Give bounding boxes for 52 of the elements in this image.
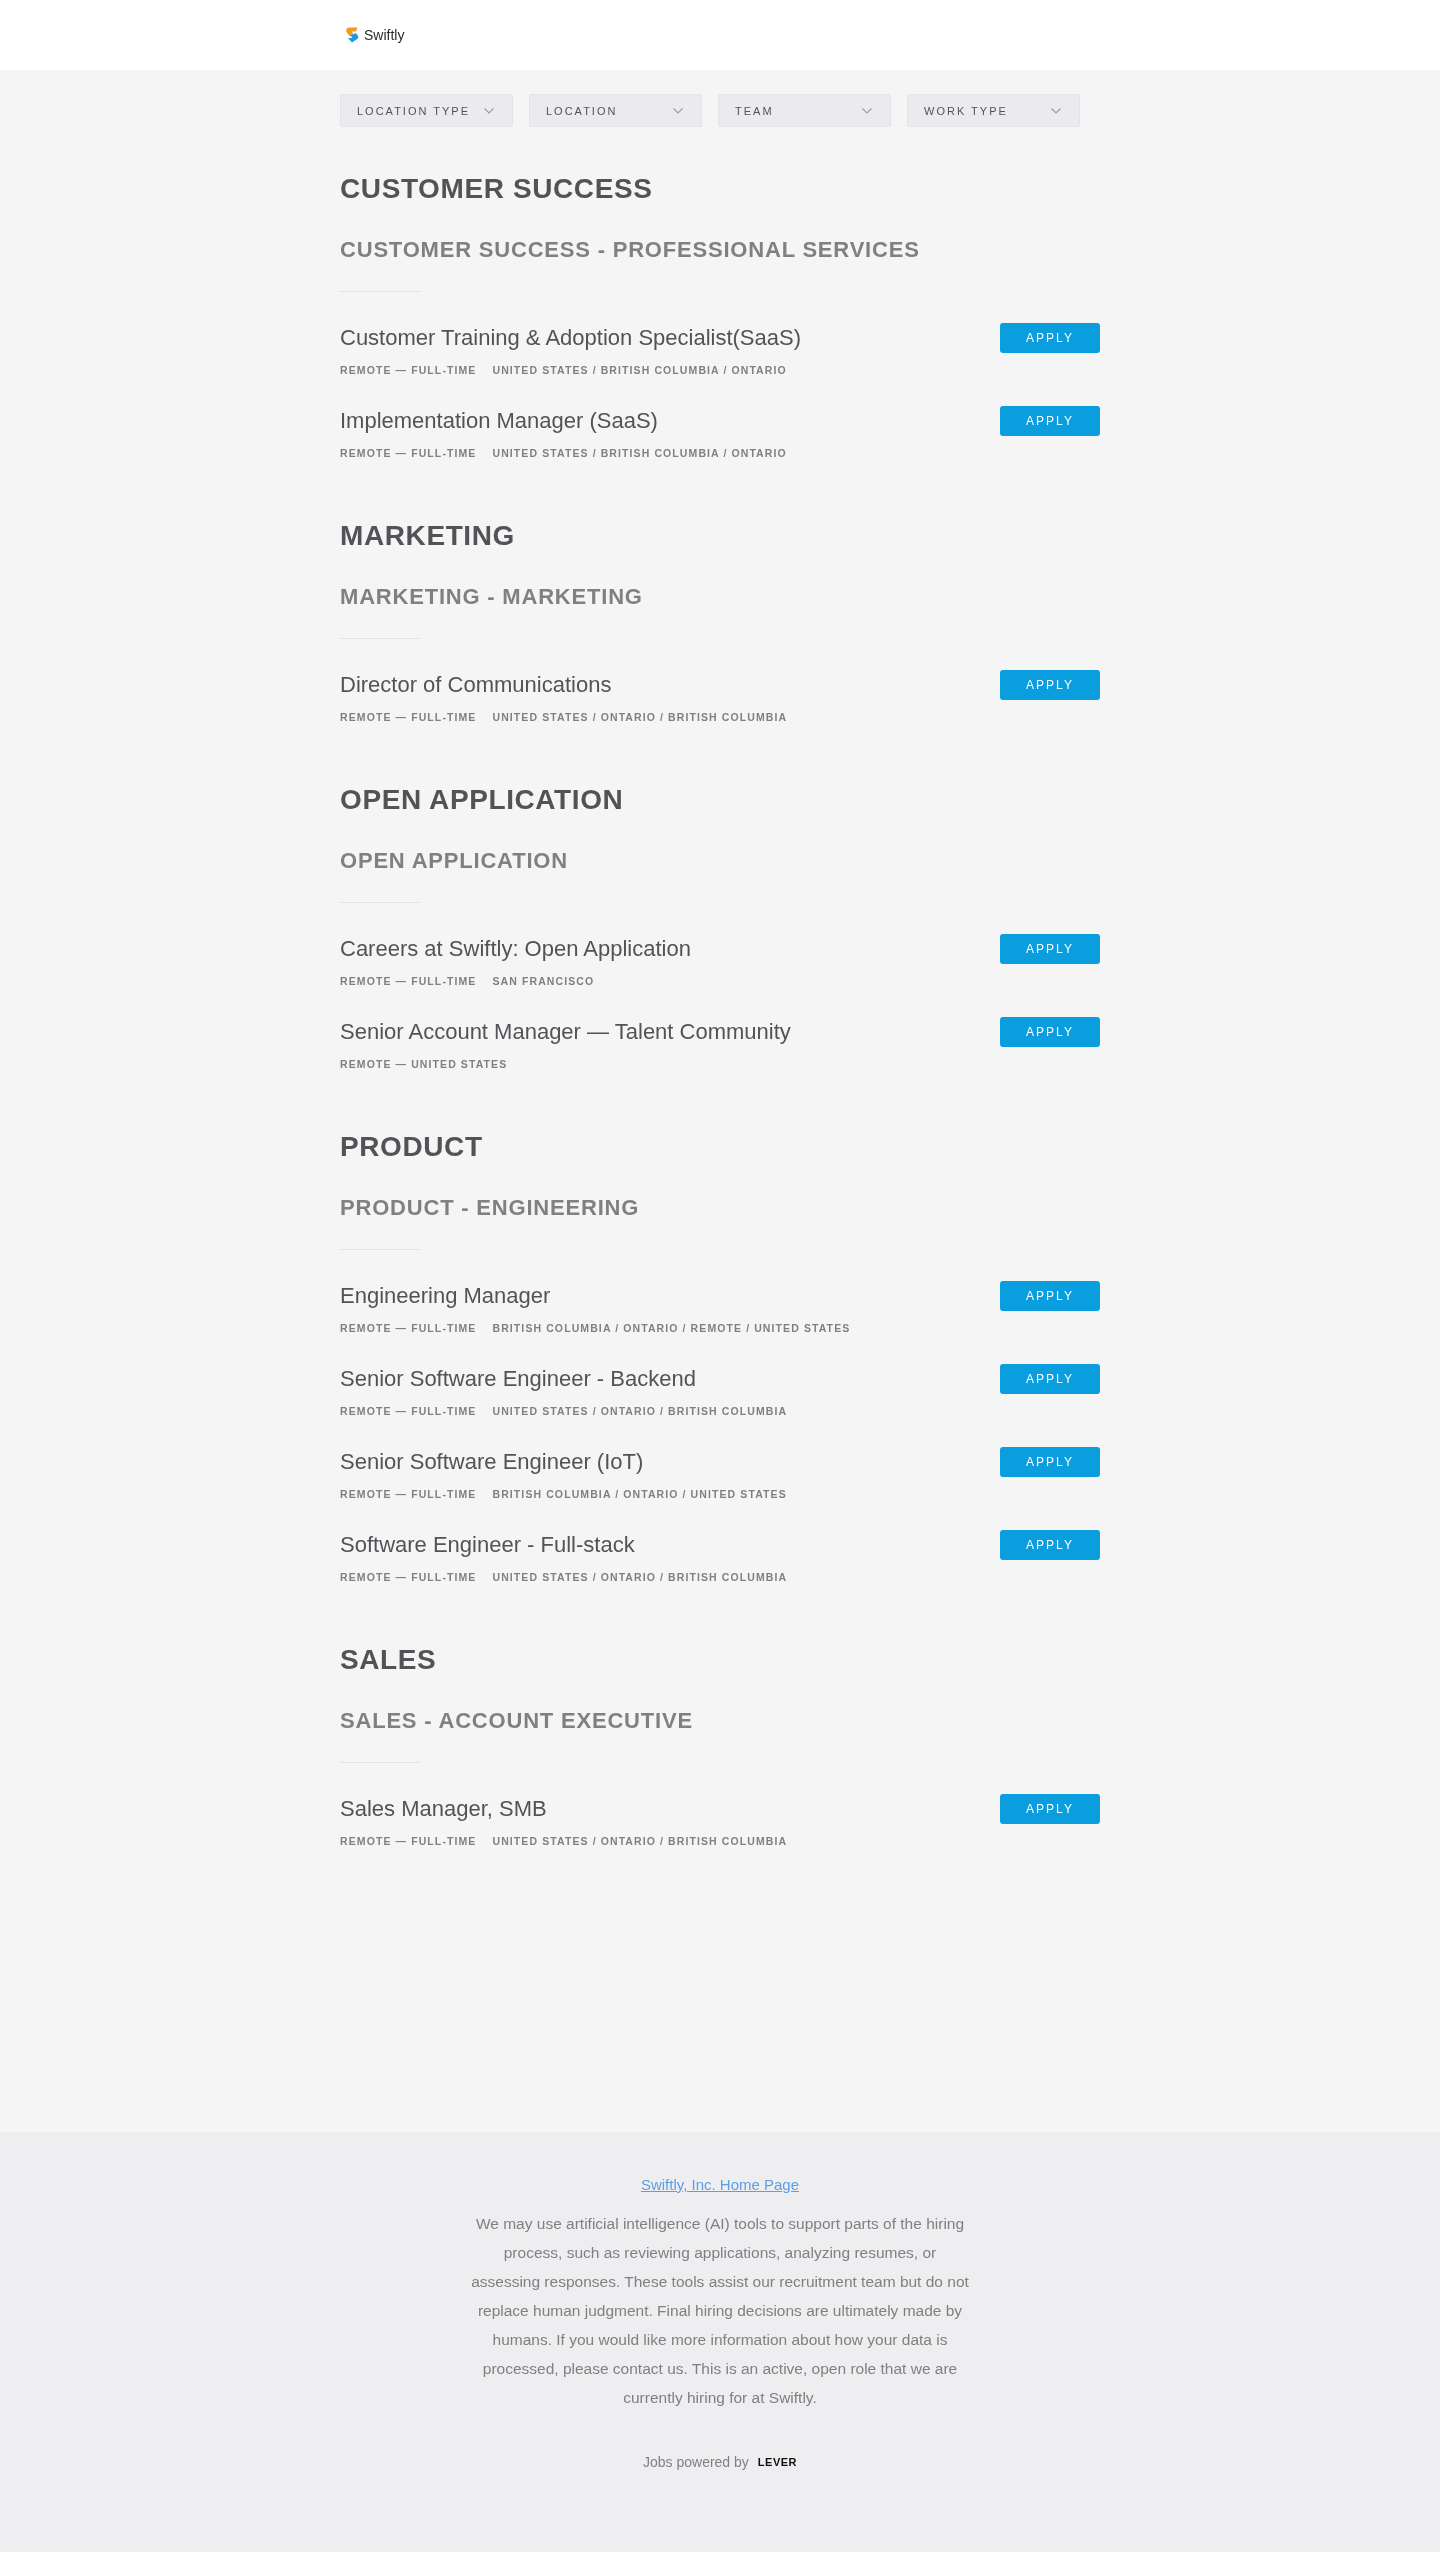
department-heading: MARKETING bbox=[340, 519, 516, 553]
job-title-link[interactable]: Careers at Swiftly: Open Application bbox=[340, 935, 691, 963]
job-meta: UNITED STATES / ONTARIO / BRITISH COLUMBIA bbox=[492, 710, 788, 724]
job-meta: REMOTE — FULL-TIME bbox=[340, 710, 477, 724]
job-meta: SAN FRANCISCO bbox=[492, 974, 595, 988]
job-meta: REMOTE — FULL-TIME bbox=[340, 1404, 477, 1418]
job-meta: REMOTE — FULL-TIME bbox=[340, 1834, 477, 1848]
powered-by-logo[interactable]: LEVER bbox=[757, 2455, 797, 2469]
job-title-link[interactable]: Senior Account Manager — Talent Community bbox=[340, 1018, 791, 1046]
filter-dropdown[interactable]: LOCATION TYPE bbox=[340, 94, 513, 127]
chevron-down-icon bbox=[862, 107, 872, 114]
company-name[interactable]: Swiftly bbox=[364, 26, 405, 44]
job-meta: UNITED STATES / BRITISH COLUMBIA / ONTARIO bbox=[492, 363, 787, 377]
job-title-link[interactable]: Sales Manager, SMB bbox=[340, 1795, 547, 1823]
job-title-link[interactable]: Software Engineer - Full-stack bbox=[340, 1531, 635, 1559]
logo-icon bbox=[345, 27, 359, 43]
job-meta: REMOTE — UNITED STATES bbox=[340, 1057, 508, 1071]
job-title-link[interactable]: Director of Communications bbox=[340, 671, 612, 699]
job-meta: REMOTE — FULL-TIME bbox=[340, 1487, 477, 1501]
team-heading: CUSTOMER SUCCESS - PROFESSIONAL SERVICES bbox=[340, 237, 921, 263]
job-meta: BRITISH COLUMBIA / ONTARIO / UNITED STATES bbox=[492, 1487, 787, 1501]
chevron-down-icon bbox=[673, 107, 683, 114]
job-meta: UNITED STATES / BRITISH COLUMBIA / ONTARIO bbox=[492, 446, 787, 460]
job-meta: REMOTE — FULL-TIME bbox=[340, 363, 477, 377]
filter-dropdown[interactable]: LOCATION bbox=[529, 94, 702, 127]
job-meta: REMOTE — FULL-TIME bbox=[340, 1321, 477, 1335]
job-meta: REMOTE — FULL-TIME bbox=[340, 974, 477, 988]
filter-dropdown[interactable]: TEAM bbox=[718, 94, 891, 127]
ai-disclaimer: We may use artificial intelligence (AI) tools to support parts of the hiring process, such as reviewing applications, analyzing resumes, or assessing responses. These tools assist our recruitment team but do not replace human judgment. Final hiring decisions are ultimately made by humans. If you would like more information about how your data is processed, please contact us. This is an active, open role that we are currently hiring for at Swiftly. bbox=[470, 2214, 970, 2408]
job-title-link[interactable]: Engineering Manager bbox=[340, 1282, 551, 1310]
chevron-down-icon bbox=[484, 107, 494, 114]
filter-dropdown[interactable]: WORK TYPE bbox=[907, 94, 1080, 127]
powered-by-text: Jobs powered by bbox=[643, 2453, 749, 2472]
job-title-link[interactable]: Implementation Manager (SaaS) bbox=[340, 407, 658, 435]
job-title-link[interactable]: Customer Training & Adoption Specialist(SaaS) bbox=[340, 324, 801, 352]
team-heading: SALES - ACCOUNT EXECUTIVE bbox=[340, 1708, 694, 1734]
job-meta: REMOTE — FULL-TIME bbox=[340, 1570, 477, 1584]
department-heading: OPEN APPLICATION bbox=[340, 783, 625, 817]
job-meta: REMOTE — FULL-TIME bbox=[340, 446, 477, 460]
job-meta: UNITED STATES / ONTARIO / BRITISH COLUMBIA bbox=[492, 1570, 788, 1584]
job-title-link[interactable]: Senior Software Engineer - Backend bbox=[340, 1365, 696, 1393]
department-heading: SALES bbox=[340, 1643, 438, 1677]
job-meta: UNITED STATES / ONTARIO / BRITISH COLUMBIA bbox=[492, 1404, 788, 1418]
department-heading: PRODUCT bbox=[340, 1130, 484, 1164]
job-title-link[interactable]: Senior Software Engineer (IoT) bbox=[340, 1448, 644, 1476]
team-heading: PRODUCT - ENGINEERING bbox=[340, 1195, 641, 1221]
chevron-down-icon bbox=[1051, 107, 1061, 114]
job-meta: BRITISH COLUMBIA / ONTARIO / REMOTE / UNITED STATES bbox=[492, 1321, 851, 1335]
team-heading: OPEN APPLICATION bbox=[340, 848, 569, 874]
team-heading: MARKETING - MARKETING bbox=[340, 584, 644, 610]
job-meta: UNITED STATES / ONTARIO / BRITISH COLUMBIA bbox=[492, 1834, 788, 1848]
department-heading: CUSTOMER SUCCESS bbox=[340, 172, 654, 206]
